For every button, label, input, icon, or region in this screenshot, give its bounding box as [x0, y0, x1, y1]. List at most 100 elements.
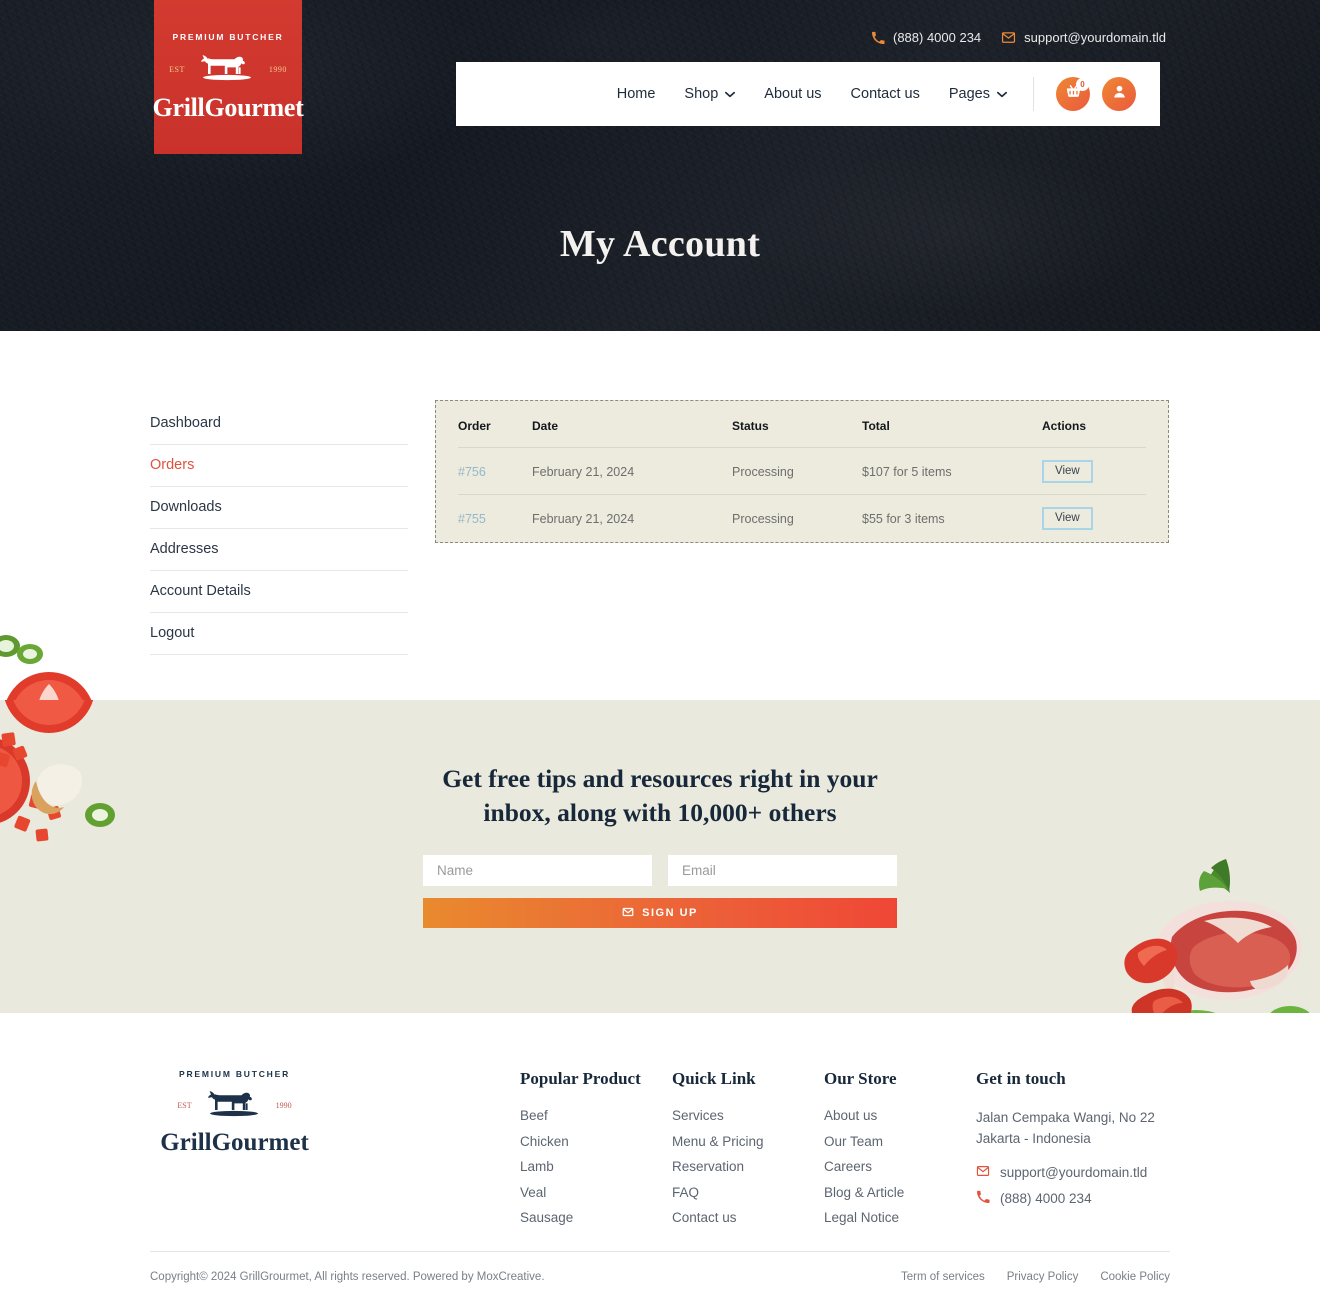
footer-logo[interactable]: PREMIUM BUTCHER EST 1990 GrillGourmet [160, 1069, 309, 1157]
footer-email[interactable]: support@yourdomain.tld [976, 1164, 1170, 1181]
order-id-link[interactable]: #756 [458, 465, 486, 479]
footer-logo-cow-row: EST 1990 [177, 1085, 292, 1126]
cow-icon [199, 1085, 269, 1126]
footer-phone[interactable]: (888) 4000 234 [976, 1190, 1170, 1207]
footer-link-chicken[interactable]: Chicken [520, 1134, 672, 1149]
footer-link-beef[interactable]: Beef [520, 1108, 672, 1123]
newsletter-content: Get free tips and resources right in you… [423, 762, 897, 929]
nav-icon-group: 0 [1056, 77, 1136, 111]
envelope-icon [622, 906, 634, 921]
footer-heading-quick-link: Quick Link [672, 1069, 756, 1088]
order-actions-cell: View [1042, 447, 1146, 495]
footer-logo-est-label: EST [177, 1101, 192, 1110]
header-email[interactable]: support@yourdomain.tld [1001, 30, 1166, 45]
sidebar-item-dashboard[interactable]: Dashboard [150, 403, 408, 445]
footer-phone-text: (888) 4000 234 [1000, 1190, 1092, 1206]
footer-logo-year-label: 1990 [275, 1101, 292, 1110]
footer-address: Jalan Cempaka Wangi, No 22 Jakarta - Ind… [976, 1110, 1155, 1146]
footer-link-privacy-policy[interactable]: Privacy Policy [1007, 1271, 1079, 1283]
vegetables-decoration-image [0, 635, 92, 700]
envelope-icon [1001, 30, 1016, 45]
nav-item-shop[interactable]: Shop [684, 86, 736, 102]
orders-panel: Order Date Status Total Actions #756 Feb… [435, 400, 1169, 543]
sidebar-item-orders[interactable]: Orders [150, 445, 408, 487]
sidebar-item-downloads[interactable]: Downloads [150, 487, 408, 529]
user-avatar-icon [1111, 83, 1128, 105]
footer-link-cookie-policy[interactable]: Cookie Policy [1100, 1271, 1170, 1283]
footer-link-term-of-services[interactable]: Term of services [901, 1271, 985, 1283]
footer: PREMIUM BUTCHER EST 1990 GrillGourmet Po… [0, 1013, 1320, 1303]
footer-link-our-team[interactable]: Our Team [824, 1134, 976, 1149]
footer-link-contact-us[interactable]: Contact us [672, 1210, 824, 1225]
cart-button[interactable]: 0 [1056, 77, 1090, 111]
column-header-total: Total [862, 419, 1042, 448]
column-header-status: Status [732, 419, 862, 448]
account-button[interactable] [1102, 77, 1136, 111]
site-logo[interactable]: PREMIUM BUTCHER EST 1990 GrillGourmet [152, 0, 304, 154]
logo-cow-row: EST 1990 [169, 49, 287, 90]
footer-link-menu-pricing[interactable]: Menu & Pricing [672, 1134, 824, 1149]
logo-wordmark: GrillGourmet [152, 92, 304, 122]
logo-tagline: PREMIUM BUTCHER [172, 31, 284, 42]
copyright-text: Copyright© 2024 GrillGrourmet, All right… [150, 1271, 545, 1283]
footer-heading-get-in-touch: Get in touch [976, 1069, 1066, 1088]
order-id-link[interactable]: #755 [458, 512, 486, 526]
order-status-cell: Processing [732, 511, 794, 526]
newsletter-signup-label: SIGN UP [642, 907, 698, 920]
newsletter-signup-button[interactable]: SIGN UP [423, 898, 897, 929]
header-phone[interactable]: (888) 4000 234 [871, 30, 981, 45]
footer-link-blog-article[interactable]: Blog & Article [824, 1185, 976, 1200]
nav-item-pages[interactable]: Pages [949, 86, 1007, 102]
order-date-cell: February 21, 2024 [532, 511, 635, 526]
nav-item-contact-us-label: Contact us [850, 86, 920, 102]
footer-link-faq[interactable]: FAQ [672, 1185, 824, 1200]
footer-columns: PREMIUM BUTCHER EST 1990 GrillGourmet Po… [150, 1069, 1170, 1236]
nav-item-contact-us[interactable]: Contact us [851, 86, 920, 102]
footer-link-sausage[interactable]: Sausage [520, 1210, 672, 1225]
table-row: #756 February 21, 2024 Processing $107 f… [458, 447, 1146, 495]
header-phone-text: (888) 4000 234 [892, 30, 982, 45]
footer-link-veal[interactable]: Veal [520, 1185, 672, 1200]
view-order-button[interactable]: View [1042, 507, 1093, 530]
footer-link-lamb[interactable]: Lamb [520, 1159, 672, 1174]
footer-link-careers[interactable]: Careers [824, 1159, 976, 1174]
nav-item-about-us[interactable]: About us [764, 86, 821, 102]
chevron-down-icon [725, 86, 736, 102]
footer-legal-links: Term of services Privacy Policy Cookie P… [901, 1271, 1170, 1283]
footer-link-services[interactable]: Services [672, 1108, 824, 1123]
footer-link-reservation[interactable]: Reservation [672, 1159, 824, 1174]
contact-bar: (888) 4000 234 support@yourdomain.tld [871, 30, 1166, 45]
footer-link-about-us[interactable]: About us [824, 1108, 976, 1123]
nav-item-pages-label: Pages [948, 86, 990, 102]
newsletter-email-input[interactable] [668, 855, 897, 887]
column-header-order: Order [458, 419, 532, 448]
page-title: My Account [559, 223, 761, 265]
footer-column-get-in-touch: Get in touch Jalan Cempaka Wangi, No 22 … [976, 1069, 1170, 1236]
footer-link-legal-notice[interactable]: Legal Notice [824, 1210, 976, 1225]
order-status-cell: Processing [732, 447, 862, 495]
order-actions-cell: View [1042, 495, 1146, 542]
footer-heading-popular-product: Popular Product [520, 1069, 641, 1088]
nav-links: Home Shop About us Contact us Pages [617, 86, 1007, 102]
main-navbar: Home Shop About us Contact us Pages 0 [456, 62, 1160, 126]
view-order-button[interactable]: View [1042, 460, 1093, 483]
cart-count-badge: 0 [1076, 78, 1089, 91]
column-header-date: Date [532, 419, 732, 448]
nav-item-about-us-label: About us [764, 86, 822, 102]
nav-item-home[interactable]: Home [617, 86, 656, 102]
hero-section: PREMIUM BUTCHER EST 1990 GrillGourmet (8… [0, 0, 1320, 331]
order-id-cell: #756 [458, 447, 532, 495]
sidebar-item-addresses[interactable]: Addresses [150, 529, 408, 571]
sidebar-item-logout-label: Logout [150, 625, 195, 641]
footer-logo-column: PREMIUM BUTCHER EST 1990 GrillGourmet [150, 1069, 520, 1236]
sidebar-item-logout[interactable]: Logout [150, 613, 408, 655]
sidebar-item-addresses-label: Addresses [150, 541, 219, 557]
sidebar-item-account-details[interactable]: Account Details [150, 571, 408, 613]
orders-table: Order Date Status Total Actions #756 Feb… [458, 419, 1146, 541]
footer-logo-tagline: PREMIUM BUTCHER [178, 1069, 291, 1079]
footer-bottom-bar: Copyright© 2024 GrillGrourmet, All right… [150, 1271, 1170, 1283]
footer-email-text: support@yourdomain.tld [1000, 1164, 1148, 1180]
newsletter-name-input[interactable] [423, 855, 652, 887]
orders-table-head: Order Date Status Total Actions [458, 419, 1146, 448]
order-total-cell: $55 for 3 items [862, 511, 945, 526]
